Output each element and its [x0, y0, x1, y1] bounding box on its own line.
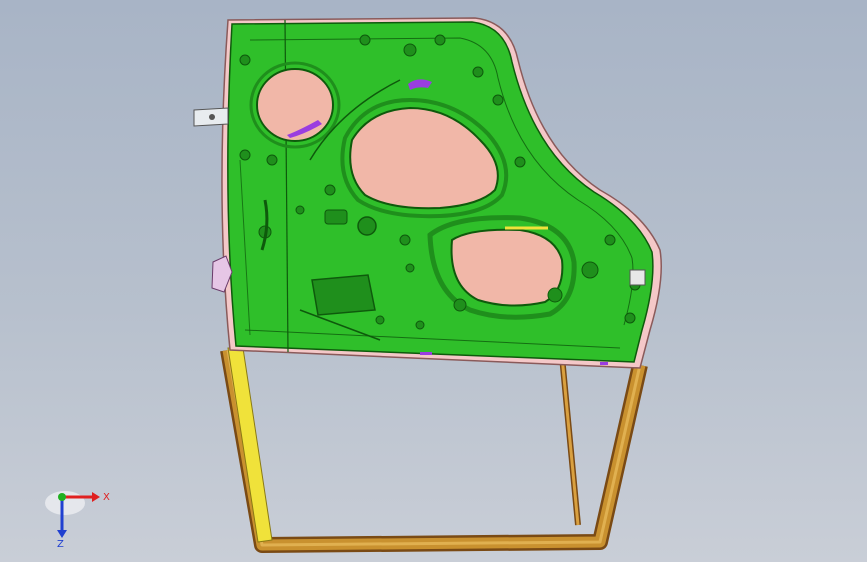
z-axis-label: Z: [57, 539, 64, 548]
x-axis-label: X: [103, 492, 110, 503]
3d-model-viewport[interactable]: X Z: [0, 0, 867, 562]
car-door-model[interactable]: [0, 0, 867, 562]
door-inner-panel: [193, 17, 662, 369]
y-axis-icon: [58, 493, 66, 501]
coordinate-triad: X Z: [45, 491, 110, 548]
